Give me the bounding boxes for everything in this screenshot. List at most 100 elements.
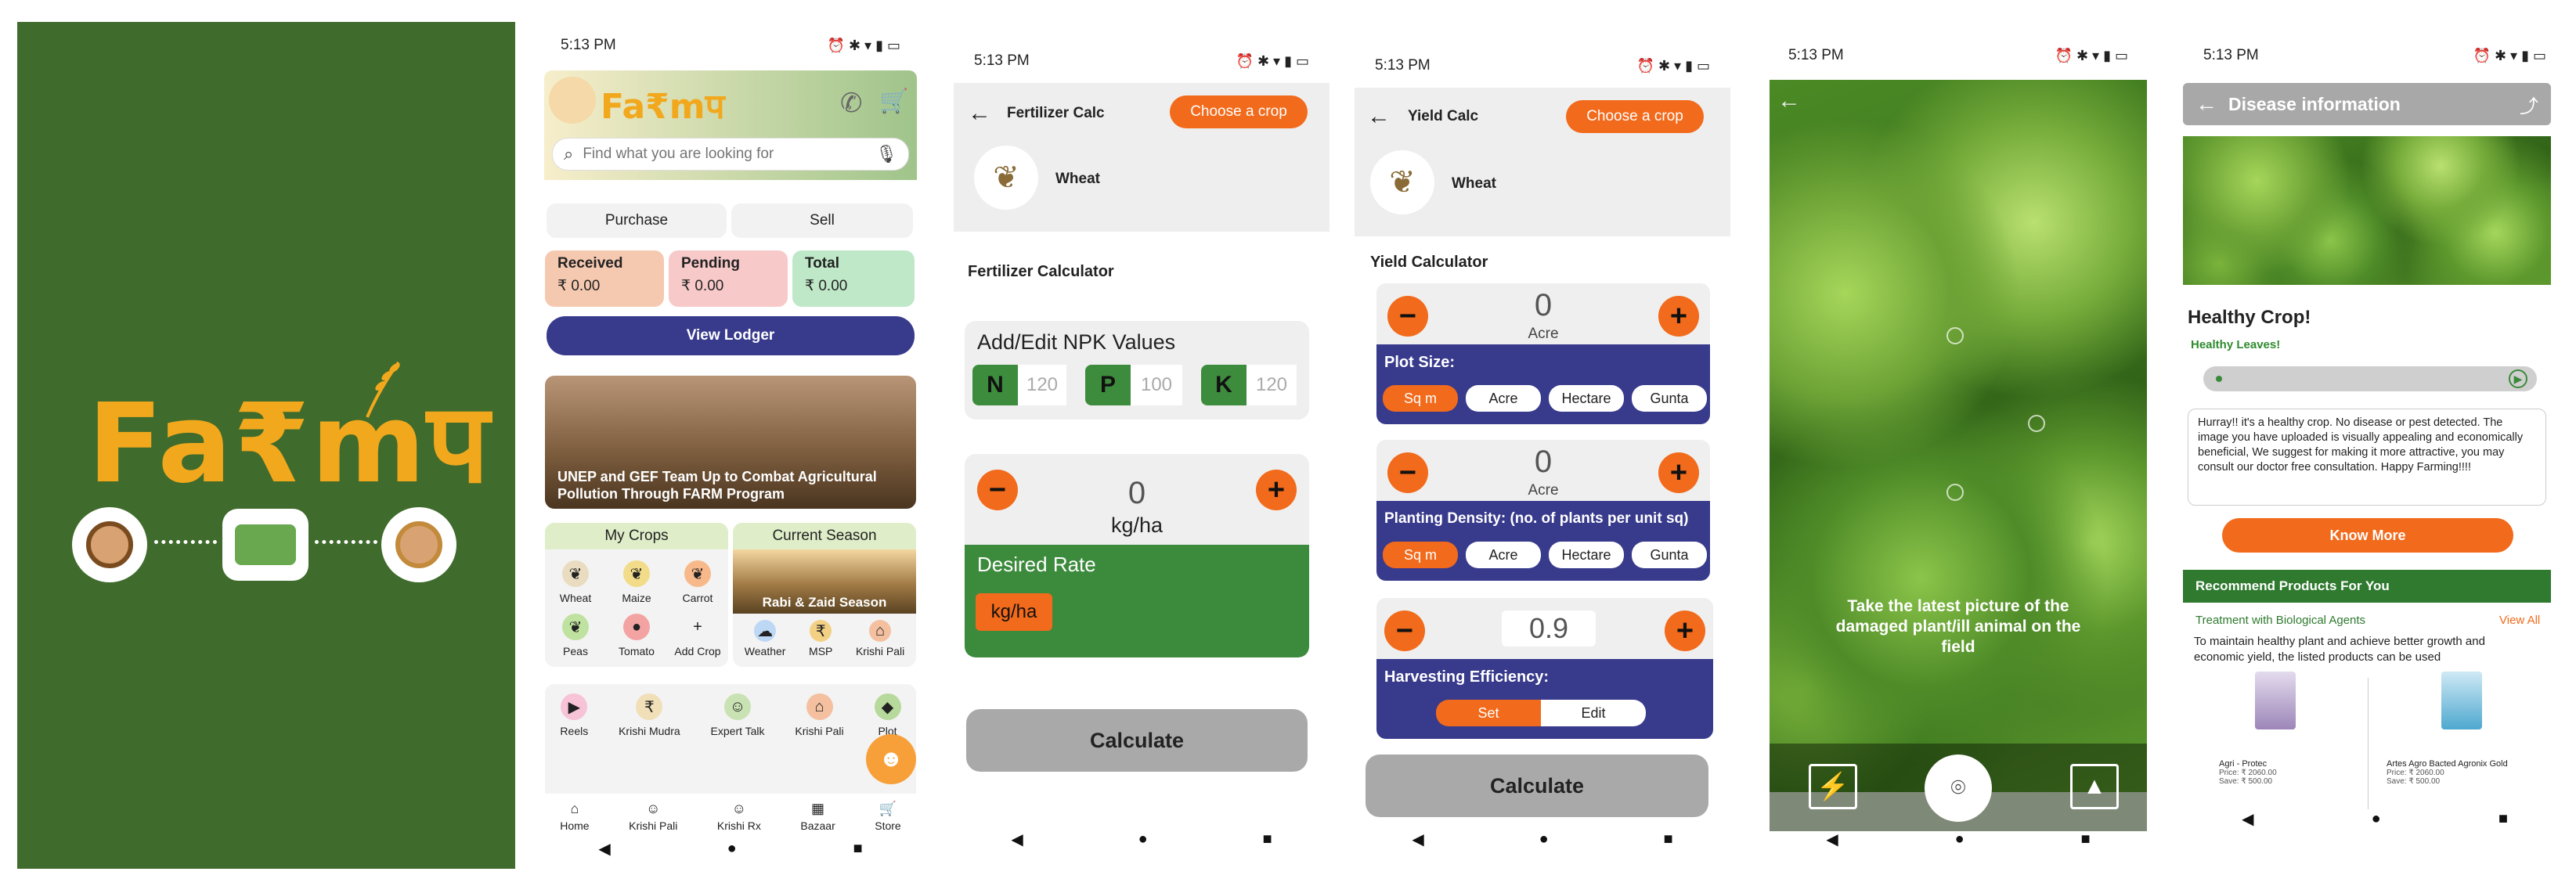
- nav-bazaar[interactable]: ▦ Bazaar: [800, 799, 835, 833]
- camera-viewfinder[interactable]: ← Take the latest picture of the damaged…: [1770, 80, 2147, 792]
- unit-hectare[interactable]: Hectare: [1549, 542, 1624, 568]
- phone-icon[interactable]: ✆: [840, 88, 863, 119]
- back-nav-icon[interactable]: ◀: [1011, 830, 1023, 849]
- recents-nav-icon[interactable]: ■: [1663, 830, 1672, 848]
- back-nav-icon[interactable]: ◀: [2242, 809, 2253, 829]
- search-bar[interactable]: ⌕ 🎙: [552, 138, 909, 171]
- farmer-avatar-left: [72, 507, 147, 582]
- recents-nav-icon[interactable]: ■: [2498, 810, 2508, 828]
- tab-purchase[interactable]: Purchase: [547, 203, 727, 238]
- calculate-button[interactable]: Calculate: [1366, 755, 1708, 817]
- service-expert-talk[interactable]: ☺ Expert Talk: [711, 693, 765, 737]
- season-title: Current Season: [733, 523, 916, 549]
- npk-p[interactable]: P 100: [1085, 365, 1182, 405]
- efficiency-set-button[interactable]: Set: [1436, 700, 1541, 726]
- disease-header: ← Disease information ⤴: [2183, 83, 2551, 125]
- mic-icon[interactable]: 🎙: [875, 144, 897, 164]
- nav-krishi-pali[interactable]: ☺ Krishi Pali: [629, 799, 677, 833]
- desired-unit-select[interactable]: kg/ha: [976, 593, 1052, 631]
- farmer-avatar-right: [381, 507, 456, 582]
- product-image: [2441, 672, 2482, 729]
- back-nav-icon[interactable]: ◀: [1826, 830, 1838, 849]
- choose-crop-button[interactable]: Choose a crop: [1170, 95, 1308, 128]
- add-crop-button[interactable]: + Add Crop: [667, 614, 728, 658]
- crop-maize[interactable]: ❦ Maize: [606, 560, 667, 604]
- chatbot-fab[interactable]: ☻: [866, 734, 916, 784]
- service-reels[interactable]: ▶ Reels: [560, 693, 588, 737]
- home-nav-icon[interactable]: ●: [1955, 830, 1964, 848]
- back-nav-icon[interactable]: ◀: [598, 839, 610, 859]
- back-nav-icon[interactable]: ◀: [1412, 830, 1423, 849]
- know-more-button[interactable]: Know More: [2222, 518, 2513, 553]
- stat-received: Received ₹ 0.00: [545, 250, 664, 307]
- home-nav-icon[interactable]: ●: [727, 840, 737, 858]
- planting-density-card: − 0 Acre + Planting Density: (no. of pla…: [1376, 440, 1710, 581]
- product-card[interactable]: Artes Agro Bacted Agronix Gold Price: ₹ …: [2374, 672, 2551, 816]
- status-icons: ⏰ ✱ ▾ ▮ ▭: [1236, 52, 1309, 69]
- health-slider[interactable]: ▶: [2203, 366, 2537, 391]
- nav-store[interactable]: 🛒 Store: [875, 799, 900, 833]
- nav-krishi-rx[interactable]: ☺ Krishi Rx: [717, 799, 761, 833]
- product-card[interactable]: Agri - Protec Price: ₹ 2060.00 Save: ₹ 5…: [2188, 672, 2363, 816]
- home-nav-icon[interactable]: ●: [2372, 810, 2381, 828]
- search-input[interactable]: [583, 146, 876, 163]
- calculate-label: Calculate: [1489, 773, 1585, 798]
- cart-icon[interactable]: 🛒: [879, 88, 908, 115]
- unit-sqm[interactable]: Sq m: [1383, 542, 1458, 568]
- shutter-button[interactable]: ⌾: [1925, 755, 1992, 822]
- status-time: 5:13 PM: [1375, 57, 1431, 74]
- news-banner[interactable]: UNEP and GEF Team Up to Combat Agricultu…: [545, 376, 916, 509]
- recents-nav-icon[interactable]: ■: [2080, 830, 2090, 848]
- plot-increment-button[interactable]: +: [1658, 296, 1699, 337]
- back-arrow-icon[interactable]: ←: [1367, 103, 1391, 130]
- unit-gunta[interactable]: Gunta: [1632, 542, 1707, 568]
- service-krishi-mudra[interactable]: ₹ Krishi Mudra: [619, 693, 680, 737]
- increment-button[interactable]: +: [1256, 470, 1297, 510]
- npk-k[interactable]: K 120: [1201, 365, 1297, 405]
- unit-sqm[interactable]: Sq m: [1383, 385, 1458, 412]
- view-ledger-button[interactable]: View Lodger: [547, 316, 915, 355]
- msp-item[interactable]: ₹ MSP: [809, 620, 832, 657]
- share-icon[interactable]: ⤴: [2520, 91, 2538, 118]
- season-image[interactable]: Rabi & Zaid Season: [733, 549, 916, 614]
- home-nav-icon[interactable]: ●: [1539, 830, 1549, 848]
- view-all-link[interactable]: View All: [2499, 614, 2540, 627]
- crop-tomato[interactable]: ● Tomato: [606, 614, 667, 657]
- home-nav-icon[interactable]: ●: [1138, 830, 1148, 848]
- unit-gunta[interactable]: Gunta: [1632, 385, 1707, 412]
- weather-item[interactable]: ☁ Weather: [745, 620, 785, 657]
- recents-nav-icon[interactable]: ■: [853, 840, 862, 858]
- unit-hectare[interactable]: Hectare: [1549, 385, 1624, 412]
- crop-avatar[interactable]: ❦: [974, 146, 1038, 210]
- service-plot[interactable]: ◆ Plot: [874, 693, 901, 737]
- crop-avatar[interactable]: ❦: [1370, 150, 1434, 214]
- efficiency-edit-button[interactable]: Edit: [1541, 700, 1646, 726]
- krishi-pali-item[interactable]: ⌂ Krishi Pali: [856, 620, 904, 657]
- calculate-button[interactable]: Calculate: [966, 709, 1308, 772]
- flash-off-icon[interactable]: ⚡: [1809, 764, 1857, 809]
- crop-peas[interactable]: ❦ Peas: [545, 614, 606, 657]
- efficiency-value[interactable]: 0.9: [1502, 610, 1596, 646]
- npk-n[interactable]: N 120: [972, 365, 1066, 405]
- back-arrow-icon[interactable]: ←: [968, 100, 991, 127]
- status-icons: ⏰ ✱ ▾ ▮ ▭: [2473, 47, 2546, 63]
- status-bar: 5:13 PM ⏰ ✱ ▾ ▮ ▭: [1355, 44, 1730, 88]
- nav-home[interactable]: ⌂ Home: [560, 799, 589, 833]
- back-arrow-icon[interactable]: ←: [2195, 92, 2217, 117]
- recents-nav-icon[interactable]: ■: [1262, 830, 1272, 848]
- gallery-icon[interactable]: ▲: [2070, 764, 2119, 809]
- result-sub: Healthy Leaves!: [2191, 338, 2281, 351]
- season-name: Rabi & Zaid Season: [762, 595, 887, 610]
- service-krishi-pali[interactable]: ⌂ Krishi Pali: [795, 693, 844, 737]
- back-arrow-icon[interactable]: ←: [1777, 88, 1801, 114]
- crop-carrot[interactable]: ❦ Carrot: [667, 560, 728, 604]
- efficiency-decrement-button[interactable]: −: [1384, 610, 1425, 651]
- density-increment-button[interactable]: +: [1658, 452, 1699, 493]
- crop-wheat[interactable]: ❦ Wheat: [545, 560, 606, 604]
- unit-acre[interactable]: Acre: [1466, 385, 1541, 412]
- choose-crop-button[interactable]: Choose a crop: [1566, 100, 1704, 133]
- unit-acre[interactable]: Acre: [1466, 542, 1541, 568]
- uploaded-image[interactable]: [2183, 136, 2551, 285]
- tab-sell[interactable]: Sell: [731, 203, 913, 238]
- efficiency-increment-button[interactable]: +: [1665, 610, 1705, 651]
